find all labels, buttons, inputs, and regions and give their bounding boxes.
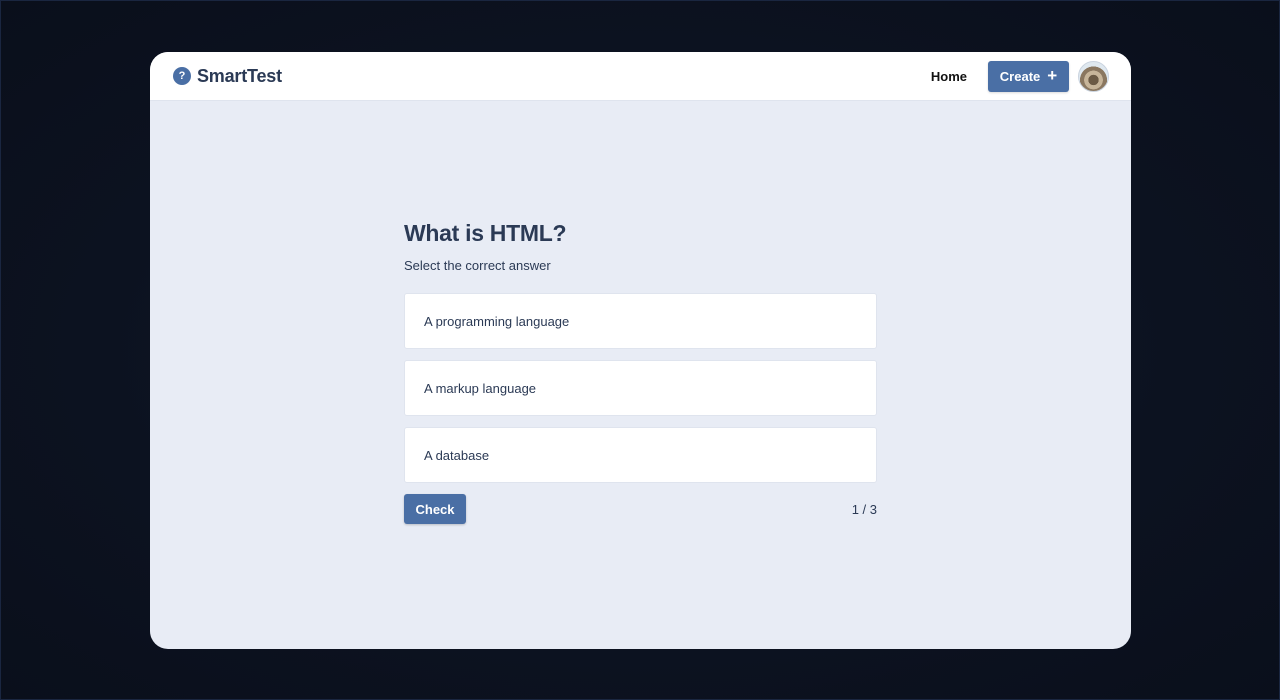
- answer-option-label: A programming language: [424, 313, 570, 329]
- answer-option[interactable]: A programming language: [404, 293, 877, 349]
- brand-name: SmartTest: [197, 65, 282, 86]
- avatar[interactable]: [1078, 60, 1109, 92]
- answer-options: A programming language A markup language…: [404, 293, 877, 483]
- check-button[interactable]: Check: [404, 494, 466, 524]
- question-subtitle: Select the correct answer: [404, 258, 551, 273]
- question-title: What is HTML?: [404, 220, 567, 246]
- app-window: ? SmartTest Home Create + What is HTML? …: [150, 52, 1131, 649]
- question-progress: 1 / 3: [851, 501, 877, 517]
- create-button-label: Create: [999, 68, 1041, 84]
- question-mark-icon: ?: [173, 67, 191, 85]
- quiz-footer: Check 1 / 3: [404, 494, 877, 524]
- answer-option-label: A database: [424, 447, 490, 463]
- nav-actions: Home Create +: [931, 60, 1109, 92]
- plus-icon: +: [1047, 66, 1058, 85]
- answer-option[interactable]: A database: [404, 427, 877, 483]
- navbar: ? SmartTest Home Create +: [150, 52, 1131, 101]
- answer-option-label: A markup language: [424, 380, 537, 396]
- create-button[interactable]: Create +: [988, 60, 1069, 92]
- home-link[interactable]: Home: [931, 69, 967, 84]
- brand[interactable]: ? SmartTest: [173, 66, 282, 87]
- quiz-card: What is HTML? Select the correct answer …: [404, 220, 877, 524]
- answer-option[interactable]: A markup language: [404, 360, 877, 416]
